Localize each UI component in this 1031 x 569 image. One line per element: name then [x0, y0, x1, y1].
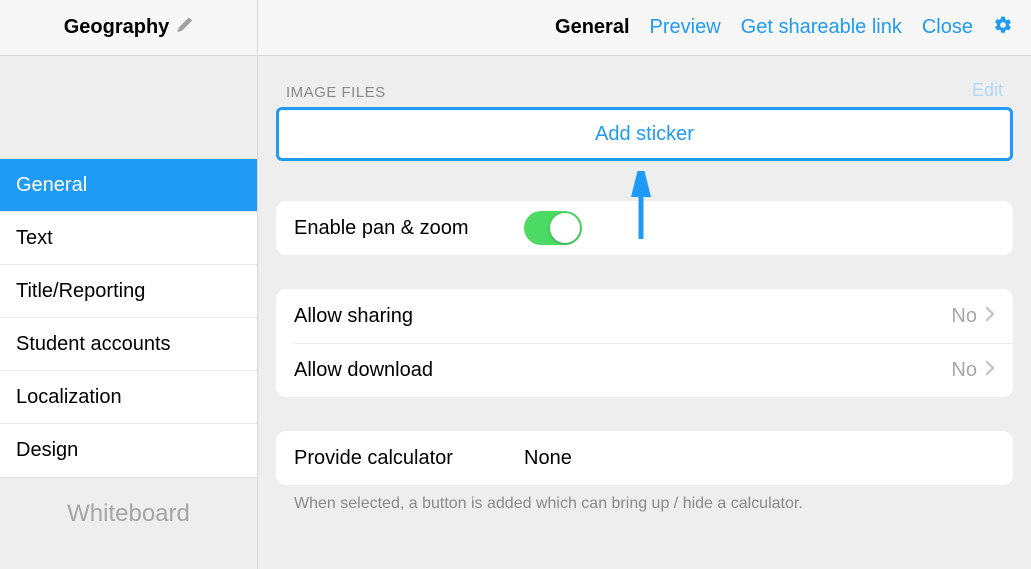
sidebar-footer-label: Whiteboard [16, 500, 241, 528]
pan-zoom-toggle[interactable] [524, 211, 582, 245]
tab-general[interactable]: General [555, 16, 629, 39]
chevron-right-icon [985, 359, 995, 382]
sidebar-item-general[interactable]: General [0, 159, 257, 212]
topbar: General Preview Get shareable link Close [258, 0, 1031, 56]
preview-link[interactable]: Preview [650, 16, 721, 39]
gear-icon[interactable] [993, 15, 1013, 40]
sidebar-footer: Whiteboard [0, 478, 257, 528]
shareable-link[interactable]: Get shareable link [741, 16, 902, 39]
row-label: Provide calculator [294, 447, 524, 470]
main: General Preview Get shareable link Close… [258, 0, 1031, 569]
pan-zoom-row: Enable pan & zoom [276, 201, 1013, 255]
sidebar-item-design[interactable]: Design [0, 424, 257, 477]
allow-download-row[interactable]: Allow download No [276, 343, 1013, 397]
pencil-icon[interactable] [177, 17, 193, 38]
allow-sharing-row[interactable]: Allow sharing No [276, 289, 1013, 343]
sidebar-title: Geography [64, 16, 170, 39]
sidebar-item-label: Localization [16, 386, 122, 409]
share-download-card: Allow sharing No Allow download No [276, 289, 1013, 397]
close-link[interactable]: Close [922, 16, 973, 39]
sidebar-item-label: Title/Reporting [16, 280, 145, 303]
pan-zoom-card: Enable pan & zoom [276, 201, 1013, 255]
sidebar: Geography General Text Title/Reporting S… [0, 0, 258, 569]
sidebar-item-label: Text [16, 227, 53, 250]
edit-link[interactable]: Edit [972, 80, 1003, 101]
row-label: Allow download [294, 359, 524, 382]
sidebar-header: Geography [0, 0, 257, 56]
sidebar-item-localization[interactable]: Localization [0, 371, 257, 424]
row-label: Allow sharing [294, 305, 524, 328]
sidebar-item-label: Student accounts [16, 333, 171, 356]
sidebar-item-student-accounts[interactable]: Student accounts [0, 318, 257, 371]
row-value: No [951, 305, 977, 328]
section-label: IMAGE FILES [286, 84, 386, 101]
row-value: None [524, 447, 995, 470]
sidebar-item-title-reporting[interactable]: Title/Reporting [0, 265, 257, 318]
content: IMAGE FILES Edit Add sticker Enable pan … [258, 56, 1031, 569]
calculator-helper: When selected, a button is added which c… [276, 485, 1013, 513]
chevron-right-icon [985, 305, 995, 328]
sidebar-item-label: Design [16, 439, 78, 462]
sidebar-item-label: General [16, 174, 87, 197]
calculator-card: Provide calculator None [276, 431, 1013, 485]
sidebar-item-text[interactable]: Text [0, 212, 257, 265]
row-value: No [951, 359, 977, 382]
add-sticker-button[interactable]: Add sticker [276, 107, 1013, 161]
image-files-header: IMAGE FILES Edit [276, 56, 1013, 107]
row-label: Enable pan & zoom [294, 217, 524, 240]
add-sticker-label: Add sticker [595, 123, 694, 146]
sidebar-list: General Text Title/Reporting Student acc… [0, 158, 257, 478]
calculator-row[interactable]: Provide calculator None [276, 431, 1013, 485]
